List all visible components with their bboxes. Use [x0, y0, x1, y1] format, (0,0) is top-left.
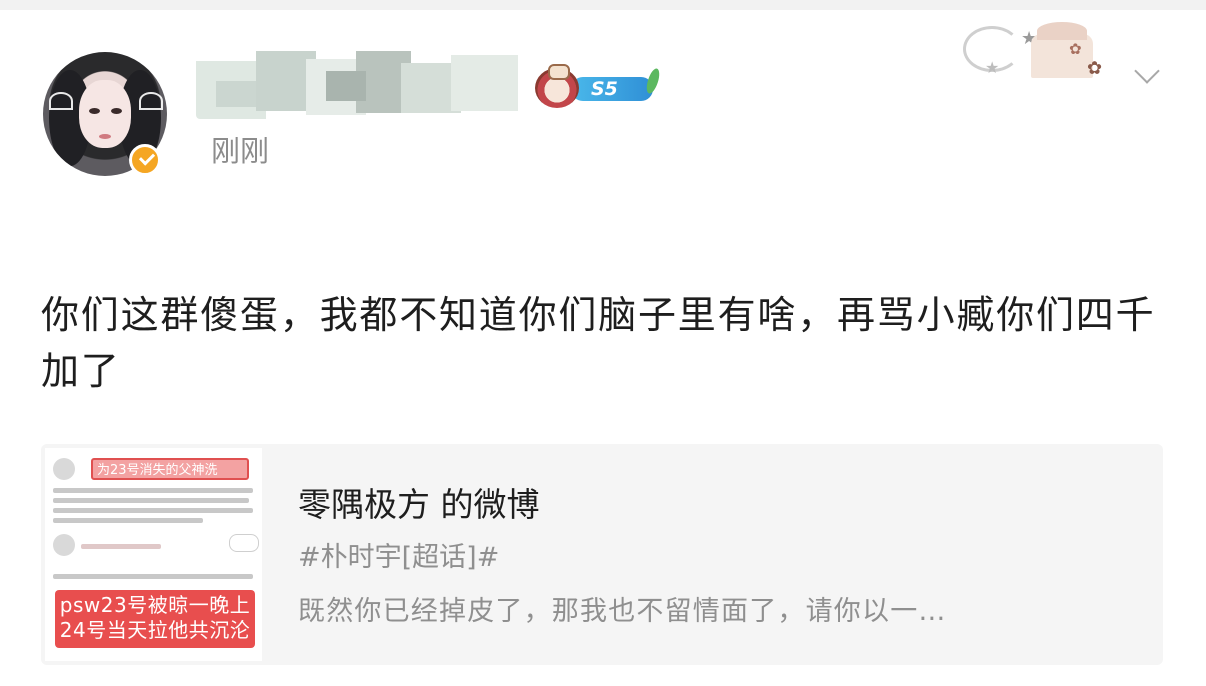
thumbnail-pill — [229, 534, 259, 552]
quoted-post-thumbnail: 为23号消失的父神洗 psw23号被晾一晚上 24号当天拉他共沉沦 — [45, 448, 262, 661]
quoted-post-card[interactable]: 为23号消失的父神洗 psw23号被晾一晚上 24号当天拉他共沉沦 零隅极方 的… — [41, 444, 1163, 665]
card-decoration: ★ ★ ✿ ✿ — [963, 18, 1123, 86]
thumbnail-text-line — [53, 518, 203, 523]
thumbnail-text-line — [53, 498, 249, 503]
quoted-post-title[interactable]: 零隅极方 的微博 — [298, 483, 540, 527]
post-timestamp: 刚刚 — [211, 134, 270, 168]
star-icon: ★ — [985, 58, 1000, 77]
thumbnail-highlight-box: psw23号被晾一晚上 24号当天拉他共沉沦 — [55, 590, 255, 648]
level-badge-icon — [535, 64, 579, 108]
thumbnail-text-line — [53, 508, 253, 513]
thumbnail-highlight-line: psw23号被晾一晚上 — [59, 593, 251, 617]
level-badge-bar: S5 — [571, 77, 653, 101]
level-badge[interactable]: S5 — [533, 64, 662, 108]
avatar-lips — [99, 134, 111, 139]
house-decoration — [1031, 22, 1093, 78]
quoted-post-excerpt: 既然你已经掉皮了，那我也不留情面了，请你以一… — [298, 596, 947, 627]
avatar-eye-right — [111, 108, 122, 114]
avatar-ornament-right — [139, 92, 163, 110]
quoted-post-hashtag[interactable]: #朴时宇[超话]# — [298, 540, 499, 576]
thumbnail-title: 为23号消失的父神洗 — [91, 458, 249, 480]
bow-icon: ✿ — [1069, 40, 1082, 58]
avatar-eye-left — [89, 108, 100, 114]
level-label: S5 — [591, 78, 618, 100]
verified-badge-icon — [129, 144, 161, 176]
thumbnail-avatar — [53, 534, 75, 556]
thumbnail-text-line — [53, 574, 253, 579]
thumbnail-text-line — [53, 488, 253, 493]
leaf-icon — [644, 67, 662, 95]
avatar-ornament-left — [49, 92, 73, 110]
thumbnail-highlight-line: 24号当天拉他共沉沦 — [59, 618, 251, 642]
post-text: 你们这群傻蛋，我都不知道你们脑子里有啥，再骂小臧你们四千加了 — [41, 293, 1156, 393]
thumbnail-text-line — [81, 544, 161, 549]
chevron-down-icon[interactable] — [1130, 64, 1164, 86]
username-blurred[interactable] — [196, 51, 518, 119]
bow-icon: ✿ — [1087, 58, 1103, 79]
top-divider — [0, 0, 1206, 10]
thumbnail-avatar — [53, 458, 75, 480]
